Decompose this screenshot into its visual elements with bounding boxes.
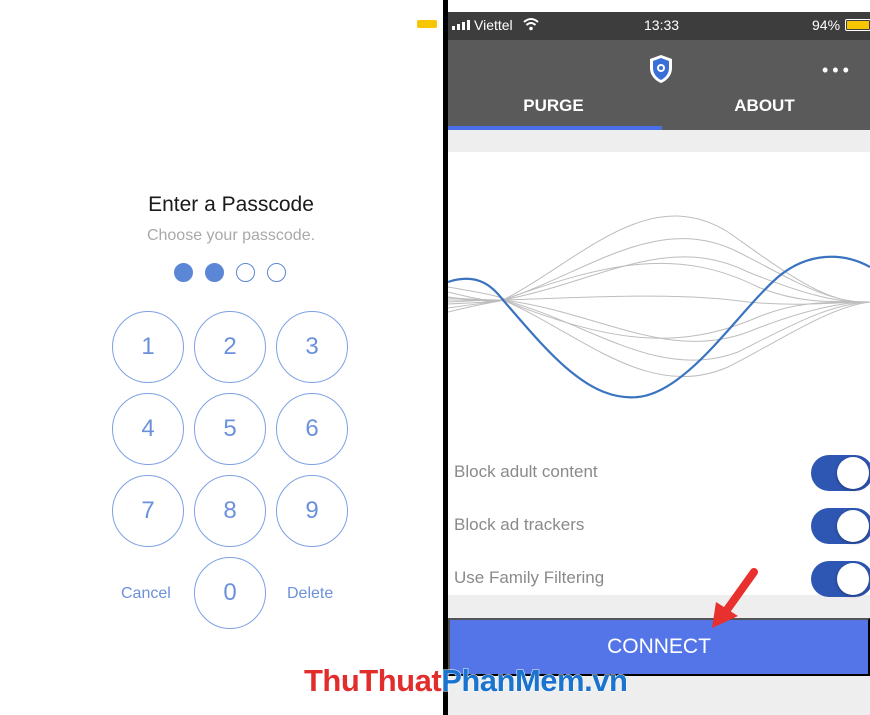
key-5[interactable]: 5 (194, 393, 266, 465)
carrier-name: Viettel (474, 17, 513, 33)
key-1[interactable]: 1 (112, 311, 184, 383)
status-bar: Viettel 13:33 94% (448, 12, 870, 40)
key-7[interactable]: 7 (112, 475, 184, 547)
tab-about[interactable]: ABOUT (659, 96, 870, 116)
key-9[interactable]: 9 (276, 475, 348, 547)
key-8[interactable]: 8 (194, 475, 266, 547)
passcode-title: Enter a Passcode (148, 193, 314, 216)
tab-purge[interactable]: PURGE (448, 96, 659, 116)
key-3[interactable]: 3 (276, 311, 348, 383)
option-row-family-filtering: Use Family Filtering (448, 558, 870, 598)
delete-button[interactable]: Delete (287, 585, 333, 603)
key-2[interactable]: 2 (194, 311, 266, 383)
passcode-screen: Enter a Passcode Choose your passcode. 1… (0, 0, 444, 715)
app-screen: Viettel 13:33 94% ••• PURGE ABOUT Block … (448, 12, 870, 715)
option-label: Block ad trackers (454, 515, 585, 534)
passcode-dot-empty (267, 263, 286, 282)
wifi-icon (523, 18, 539, 31)
more-menu-icon[interactable]: ••• (822, 60, 853, 81)
key-0[interactable]: 0 (194, 557, 266, 629)
signal-icon (452, 20, 470, 30)
adult-content-toggle[interactable] (811, 455, 870, 491)
app-header: ••• PURGE ABOUT (448, 40, 870, 130)
option-label: Use Family Filtering (454, 568, 605, 587)
battery-icon (845, 19, 870, 31)
passcode-dots (174, 263, 286, 282)
passcode-dot-filled (174, 263, 193, 282)
status-time: 13:33 (644, 17, 680, 33)
purge-panel: Block adult content Block ad trackers Us… (448, 152, 870, 598)
battery-indicator (417, 20, 437, 28)
family-filtering-toggle[interactable] (811, 561, 870, 597)
passcode-dot-filled (205, 263, 224, 282)
key-4[interactable]: 4 (112, 393, 184, 465)
option-row-adult: Block adult content (448, 452, 870, 492)
red-arrow-icon (712, 568, 758, 628)
ad-trackers-toggle[interactable] (811, 508, 870, 544)
watermark-part-2: PhanMem.vn (441, 663, 629, 699)
passcode-dot-empty (236, 263, 255, 282)
option-label: Block adult content (454, 462, 598, 481)
active-tab-indicator (448, 126, 662, 130)
option-row-ad-trackers: Block ad trackers (448, 505, 870, 545)
watermark-logo: ThuThuatPhanMem.vn (303, 663, 629, 699)
key-6[interactable]: 6 (276, 393, 348, 465)
passcode-subtitle: Choose your passcode. (146, 227, 316, 244)
battery-percent: 94% (812, 17, 841, 33)
wave-illustration (448, 215, 870, 399)
watermark-part-1: ThuThuat (303, 663, 442, 699)
cancel-button[interactable]: Cancel (121, 585, 171, 603)
shield-logo-icon (650, 55, 672, 83)
